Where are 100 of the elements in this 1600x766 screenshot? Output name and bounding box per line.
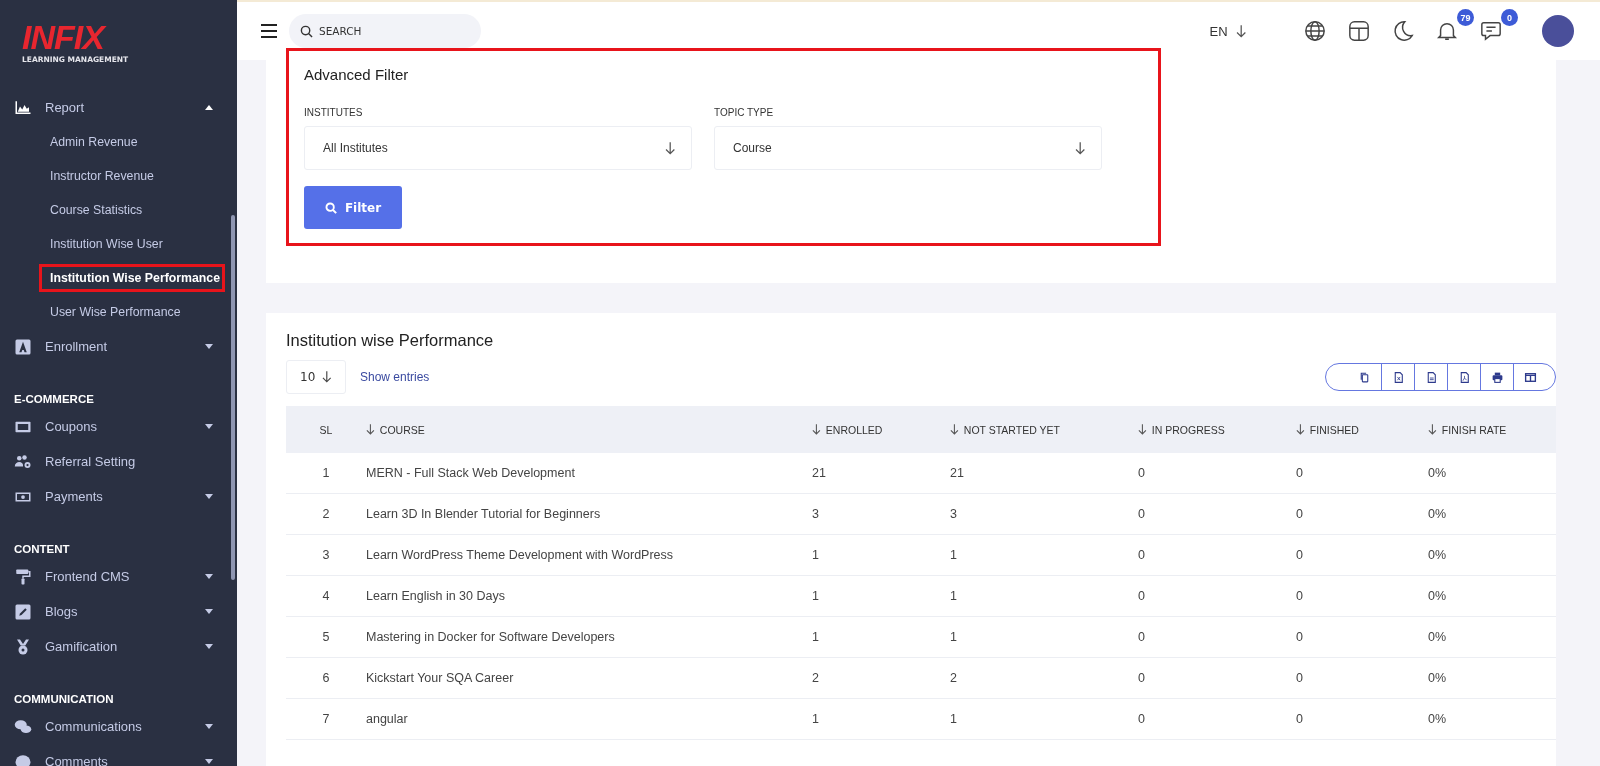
table-cell: 0 (1296, 453, 1428, 494)
table-cell: 1 (812, 617, 950, 658)
table-cell: 1 (950, 535, 1138, 576)
caret-down-icon (205, 344, 213, 349)
caret-down-icon (205, 424, 213, 429)
message-count: 0 (1501, 9, 1518, 26)
sidebar-item[interactable]: Coupons (0, 409, 237, 444)
moon-icon (1392, 20, 1414, 42)
caret-down-icon (205, 609, 213, 614)
menu-icon[interactable] (261, 24, 277, 38)
sidebar-item[interactable]: Frontend CMS (0, 559, 237, 594)
column-header[interactable]: FINISHED (1296, 406, 1428, 453)
table-title: Institution wise Performance (286, 331, 495, 350)
column-header[interactable]: COURSE (366, 406, 812, 453)
table-cell: 4 (286, 576, 366, 617)
column-header[interactable]: IN PROGRESS (1138, 406, 1296, 453)
caret-down-icon (205, 759, 213, 764)
pencil-square-icon (14, 602, 32, 621)
submenu-item[interactable]: Admin Revenue (38, 125, 142, 159)
table-cell: 21 (812, 453, 950, 494)
table-cell: 3 (286, 535, 366, 576)
table-cell: 0% (1428, 576, 1556, 617)
table-cell: 0 (1296, 535, 1428, 576)
globe-button[interactable] (1304, 20, 1326, 42)
column-header[interactable]: NOT STARTED YET (950, 406, 1138, 453)
table-cell: 5 (286, 617, 366, 658)
table-cell: 0 (1138, 453, 1296, 494)
table-cell: 0 (1296, 617, 1428, 658)
page-size-dropdown[interactable]: 10 (286, 360, 346, 394)
filter-title: Advanced Filter (304, 66, 410, 83)
language-dropdown[interactable]: EN (1209, 23, 1246, 39)
table-cell: 7 (286, 699, 366, 740)
table-cell: 2 (950, 658, 1138, 699)
search-field[interactable]: SEARCH (289, 14, 481, 48)
table-cell: 2 (286, 494, 366, 535)
search-icon (300, 25, 313, 38)
dark-mode-button[interactable] (1392, 20, 1414, 42)
sidebar-item[interactable]: Blogs (0, 594, 237, 629)
caret-down-icon (205, 574, 213, 579)
table-cell: 0 (1138, 658, 1296, 699)
table-cell: 0% (1428, 494, 1556, 535)
table-cell: Kickstart Your SQA Career (366, 658, 812, 699)
column-header[interactable]: SL (286, 406, 366, 453)
sidebar-item[interactable]: Gamification (0, 629, 237, 664)
select-field[interactable]: Course (714, 126, 1102, 170)
table-cell: 0 (1138, 535, 1296, 576)
table-cell: 6 (286, 658, 366, 699)
table-cell: 0 (1138, 494, 1296, 535)
bell-icon (1436, 20, 1458, 42)
globe-icon (1304, 20, 1326, 42)
arrow-down-icon (1074, 141, 1085, 155)
table-cell: 2 (812, 658, 950, 699)
printer-icon (1490, 370, 1504, 384)
table-cell: 1 (950, 576, 1138, 617)
section-heading: CONTENT (13, 542, 71, 557)
table-cell: 1 (812, 699, 950, 740)
sidebar-item[interactable]: Report (0, 90, 237, 125)
submenu-item[interactable]: Institution Wise User (38, 227, 167, 261)
table-cell: Learn 3D In Blender Tutorial for Beginners (366, 494, 812, 535)
filter-button[interactable]: Filter (304, 186, 402, 229)
caret-up-icon (205, 105, 213, 110)
submenu-item[interactable]: Institution Wise Performance (38, 263, 227, 293)
submenu-item[interactable]: Course Statistics (38, 193, 147, 227)
table-cell: 0 (1296, 658, 1428, 699)
table-cell: 1 (812, 535, 950, 576)
paint-roller-icon (14, 567, 32, 586)
arrow-down-icon (664, 141, 675, 155)
users-gear-icon (14, 452, 32, 471)
table-cell: 21 (950, 453, 1138, 494)
sidebar-item[interactable]: Communications (0, 709, 237, 744)
table-cell: Mastering in Docker for Software Developers (366, 617, 812, 658)
sort-arrow-icon (366, 424, 375, 435)
avatar[interactable] (1542, 15, 1574, 47)
sort-arrow-icon (950, 424, 959, 435)
select-field[interactable]: All Institutes (304, 126, 692, 170)
column-header[interactable]: ENROLLED (812, 406, 950, 453)
columns-icon (1524, 370, 1537, 384)
table-cell: 0% (1428, 535, 1556, 576)
submenu-item[interactable]: User Wise Performance (38, 295, 185, 329)
sidebar-item[interactable]: Comments (0, 744, 237, 766)
caret-down-icon (205, 494, 213, 499)
column-header[interactable]: FINISH RATE (1428, 406, 1556, 453)
section-heading: E-COMMERCE (13, 392, 95, 407)
submenu-item[interactable]: Instructor Revenue (38, 159, 158, 193)
sidebar-item[interactable]: Payments (0, 479, 237, 514)
table-cell: MERN - Full Stack Web Development (366, 453, 812, 494)
notifications-button[interactable] (1436, 20, 1458, 42)
sidebar-item[interactable]: Enrollment (0, 329, 237, 364)
messages-button[interactable] (1480, 20, 1502, 42)
table-cell: 0% (1428, 453, 1556, 494)
sidebar-item[interactable]: Referral Setting (0, 444, 237, 479)
layout-button[interactable] (1348, 20, 1370, 42)
arrow-down-icon (322, 371, 332, 383)
table-cell: 3 (950, 494, 1138, 535)
letter-a-icon (14, 337, 32, 356)
chat-icon (1480, 20, 1502, 42)
table-cell: 0 (1138, 617, 1296, 658)
table-cell: 1 (286, 453, 366, 494)
table-cell: 0% (1428, 658, 1556, 699)
notification-count: 79 (1457, 9, 1474, 26)
